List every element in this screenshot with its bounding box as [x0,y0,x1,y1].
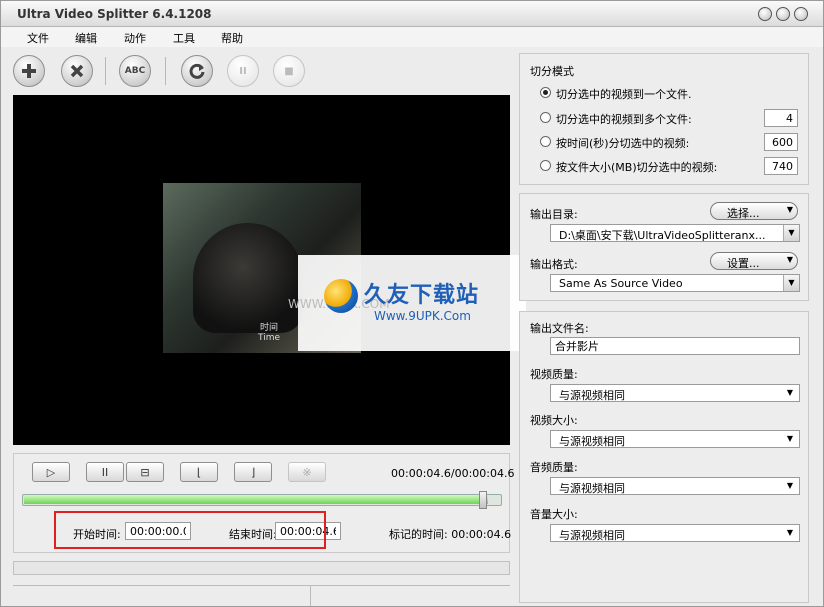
timecode-readout: 00:00:04.6/00:00:04.6 [391,467,515,480]
video-size-label: 视频大小: [530,414,578,427]
plus-icon [22,64,36,78]
volume-label: 音量大小: [530,508,578,521]
output-filename-label: 输出文件名: [530,322,589,335]
menu-edit[interactable]: 编辑 [75,30,97,46]
video-quality-label: 视频质量: [530,368,578,381]
remove-file-button[interactable] [61,55,93,87]
format-settings-button[interactable]: 设置... ▼ [710,252,798,270]
option-multi-file-label: 切分选中的视频到多个文件: [556,113,692,126]
timeline-slider[interactable] [22,491,502,509]
radio-by-size[interactable] [540,160,551,171]
menu-bar: 文件 编辑 动作 工具 帮助 [1,27,823,47]
video-size-select[interactable]: 与源视频相同 ▼ [550,430,800,448]
highlight-box [54,511,326,549]
marked-time-label: 标记的时间: 00:00:04.6 [389,528,512,541]
dropdown-arrow-icon[interactable]: ▼ [783,275,799,291]
multi-file-count-input[interactable]: 4 [764,109,798,127]
output-format-combo[interactable]: Same As Source Video ▼ [550,274,800,292]
maximize-button[interactable] [776,7,790,21]
output-dir-combo[interactable]: D:\桌面\安下载\UltraVideoSplitteranx... ▼ [550,224,800,242]
option-by-size-label: 按文件大小(MB)切分选中的视频: [556,161,718,174]
split-seconds-input[interactable]: 600 [764,133,798,151]
pause-button[interactable]: II [86,462,124,482]
toolbar-divider [165,57,166,85]
minimize-button[interactable] [758,7,772,21]
split-button[interactable]: ⊟ [126,462,164,482]
mark-end-button[interactable]: ⌋ [234,462,272,482]
video-content [193,223,303,333]
option-by-time-label: 按时间(秒)分切选中的视频: [556,137,690,150]
chevron-down-icon: ▼ [786,481,793,490]
menu-action[interactable]: 动作 [124,30,146,46]
audio-quality-label: 音频质量: [530,461,578,474]
clear-marks-button[interactable]: ※ [288,462,326,482]
volume-select[interactable]: 与源视频相同 ▼ [550,524,800,542]
radio-multi-file[interactable] [540,112,551,123]
dropdown-arrow-icon[interactable]: ▼ [783,225,799,241]
watermark-logo [324,279,358,313]
file-settings-panel: 输出文件名: 视频质量: 与源视频相同▼ 视频大小: 与源视频相同▼ 音频质量:… [519,311,809,603]
split-size-input[interactable]: 740 [764,157,798,175]
output-format-label: 输出格式: [530,258,578,271]
add-file-button[interactable] [13,55,45,87]
chevron-down-icon: ▼ [786,255,793,264]
watermark-url: Www.9UPK.Com [374,309,471,323]
split-mode-title: 切分模式 [530,65,574,78]
close-button[interactable] [794,7,808,21]
option-one-file-label: 切分选中的视频到一个文件. [556,88,692,101]
stop-split-button[interactable]: ■ [273,55,305,87]
radio-one-file[interactable] [540,87,551,98]
status-cell [13,586,311,606]
output-panel: 输出目录: 选择... ▼ D:\桌面\安下载\UltraVideoSplitte… [519,193,809,301]
audio-quality-select[interactable]: 与源视频相同 ▼ [550,477,800,495]
play-button[interactable]: ▷ [32,462,70,482]
mark-start-button[interactable]: ⌊ [180,462,218,482]
rename-button[interactable]: ABC [119,55,151,87]
pause-split-button[interactable]: II [227,55,259,87]
video-overlay-text: 时间 Time [258,323,281,343]
output-filename-input[interactable] [550,337,800,355]
radio-by-time[interactable] [540,136,551,147]
split-mode-panel: 切分模式 切分选中的视频到一个文件. 切分选中的视频到多个文件: 4 按时间(秒… [519,53,809,185]
watermark-title: 久友下载站 [364,283,480,308]
refresh-icon [189,63,205,79]
start-split-button[interactable] [181,55,213,87]
status-bar [13,585,510,606]
menu-help[interactable]: 帮助 [221,30,243,46]
toolbar-divider [105,57,106,85]
output-dir-label: 输出目录: [530,208,578,221]
video-quality-select[interactable]: 与源视频相同 ▼ [550,384,800,402]
chevron-down-icon: ▼ [786,434,793,443]
timeline-thumb[interactable] [479,491,487,509]
timeline-fill [24,496,488,504]
title-bar: Ultra Video Splitter 6.4.1208 [1,1,823,27]
watermark: WWW.9UPK.COM 久友下载站 Www.9UPK.Com [288,255,526,351]
window-title: Ultra Video Splitter 6.4.1208 [17,7,212,21]
split-progress-bar [13,561,510,575]
x-icon [70,64,84,78]
menu-tools[interactable]: 工具 [173,30,195,46]
chevron-down-icon: ▼ [786,205,793,214]
toolbar: ABC II ■ [13,53,513,89]
video-preview: 时间 Time WWW.9UPK.COM 久友下载站 Www.9UPK.Com [13,95,526,445]
select-dir-button[interactable]: 选择... ▼ [710,202,798,220]
chevron-down-icon: ▼ [786,528,793,537]
menu-file[interactable]: 文件 [27,30,49,46]
chevron-down-icon: ▼ [786,388,793,397]
app-window: Ultra Video Splitter 6.4.1208 文件 编辑 动作 工… [0,0,824,607]
